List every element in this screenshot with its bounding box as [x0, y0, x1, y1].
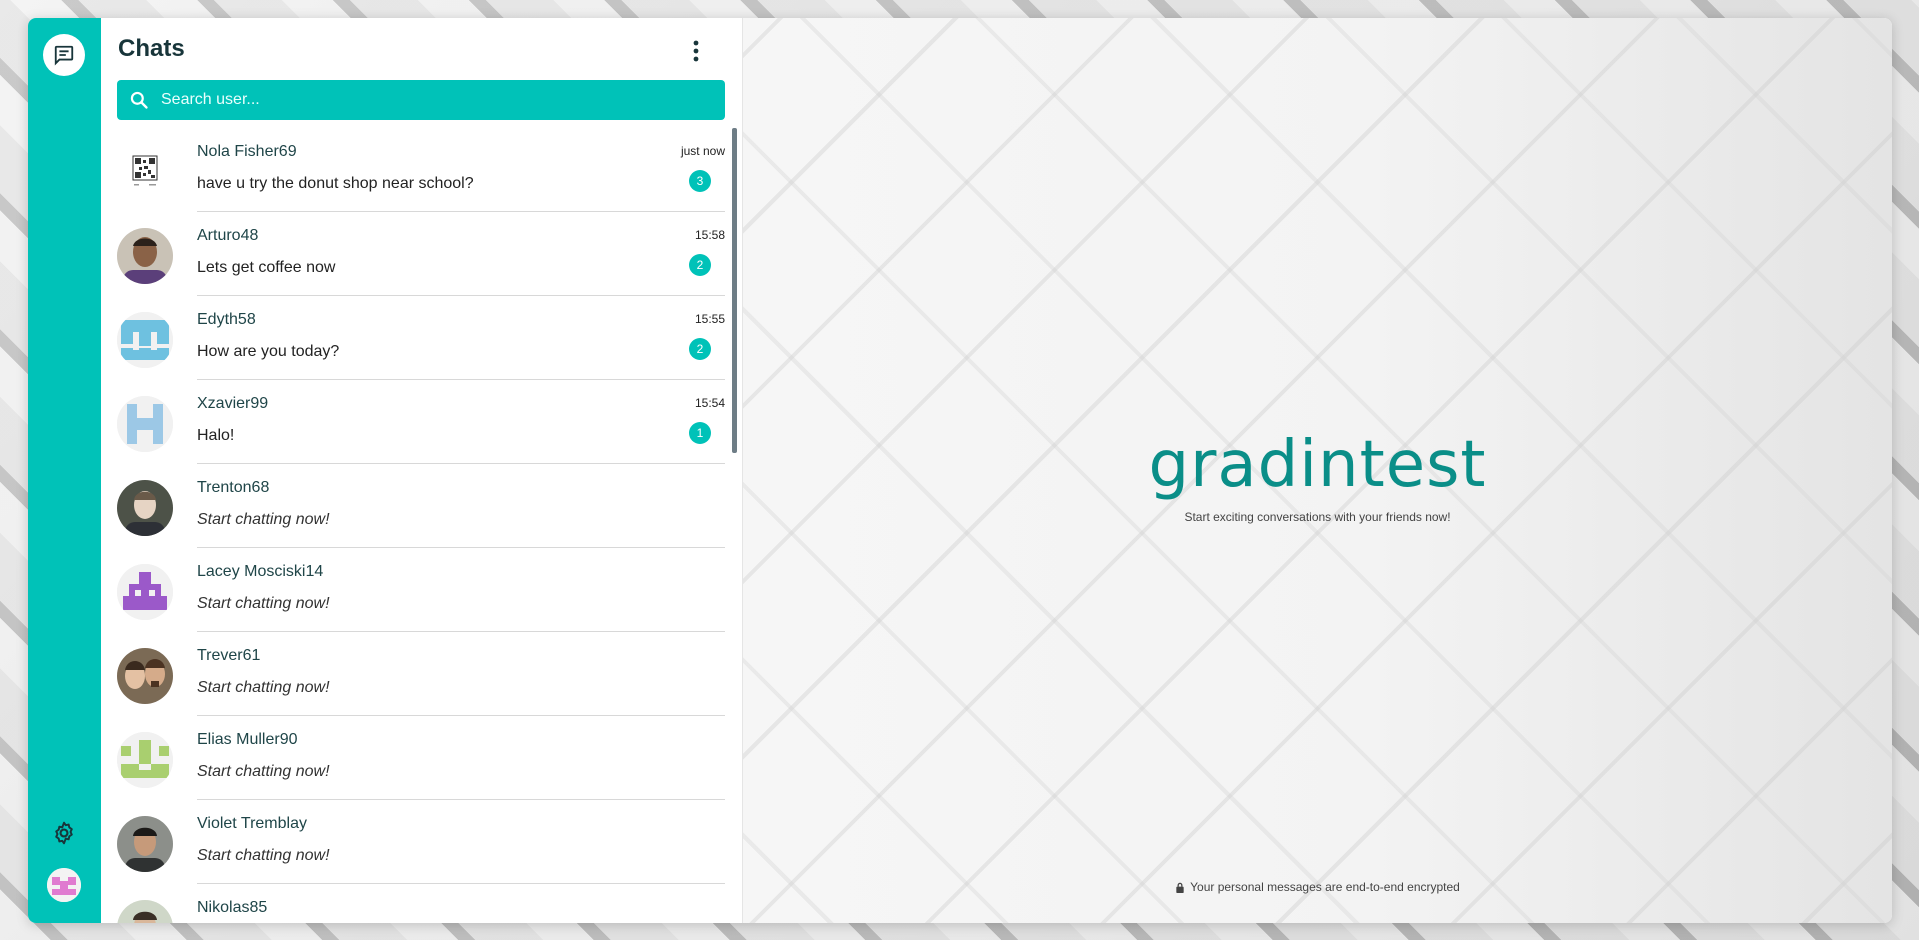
welcome-panel: gradintest Start exciting conversations … [743, 18, 1892, 923]
chat-item-arturo48[interactable]: Arturo48 Lets get coffee now 15:58 2 [117, 212, 725, 296]
chat-item-last-message: Start chatting now! [197, 763, 330, 780]
chat-item-edyth58[interactable]: Edyth58 How are you today? 15:55 2 [117, 296, 725, 380]
chat-list-scrollbar[interactable] [732, 128, 737, 453]
chat-item-xzavier99[interactable]: Xzavier99 Halo! 15:54 1 [117, 380, 725, 464]
chat-item-last-message: Halo! [197, 427, 235, 444]
more-options-button[interactable] [684, 36, 708, 66]
chat-item-last-message: Start chatting now! [197, 679, 330, 696]
chat-item-last-message: Lets get coffee now [197, 259, 336, 276]
chat-item-elias-muller90[interactable]: Elias Muller90 Start chatting now! [117, 716, 725, 800]
avatar [117, 732, 173, 788]
search-icon [129, 90, 149, 110]
chat-item-name: Arturo48 [197, 227, 259, 244]
avatar [117, 900, 173, 923]
gear-icon [55, 821, 73, 845]
chat-item-name: Elias Muller90 [197, 731, 298, 748]
chat-list-panel: Chats Search user... Nola Fisher69 have … [101, 18, 743, 923]
chat-item-name: Lacey Mosciski14 [197, 563, 324, 580]
chat-item-name: Edyth58 [197, 311, 256, 328]
search-input[interactable] [159, 90, 703, 110]
avatar [117, 480, 173, 536]
user-avatar[interactable] [47, 868, 81, 902]
chat-item-time: 15:58 [694, 228, 725, 242]
avatar [117, 312, 173, 368]
chat-item-name: Violet Tremblay [197, 815, 307, 832]
avatar [117, 564, 173, 620]
search-bar [117, 80, 725, 120]
avatar [117, 396, 173, 452]
chat-item-last-message: Start chatting now! [197, 847, 330, 864]
brand-title: gradintest [1148, 428, 1487, 502]
chats-nav-button[interactable] [43, 34, 85, 76]
chat-item-last-message: Start chatting now! [197, 595, 330, 612]
avatar [117, 816, 173, 872]
unread-badge: 2 [689, 254, 711, 276]
encryption-note: Your personal messages are end-to-end en… [743, 880, 1892, 894]
more-vertical-icon [693, 40, 699, 62]
chat-item-name: Trenton68 [197, 479, 270, 496]
avatar [117, 648, 173, 704]
chat-item-violet-tremblay[interactable]: Violet Tremblay Start chatting now! [117, 800, 725, 884]
unread-badge: 3 [689, 170, 711, 192]
nav-rail [28, 18, 101, 923]
chat-item-last-message: Start chatting now! [197, 511, 330, 528]
chat-app-window: Chats Search user... Nola Fisher69 have … [28, 18, 1892, 923]
chat-item-time: 15:55 [694, 312, 725, 326]
chat-item-last-message: How are you today? [197, 343, 340, 360]
avatar [117, 228, 173, 284]
chat-item-time: just now [680, 144, 725, 158]
chat-item-nikolas85[interactable]: Nikolas85 [117, 884, 725, 923]
settings-button[interactable] [43, 812, 85, 854]
chat-bubble-icon [54, 45, 74, 66]
chat-item-trever61[interactable]: Trever61 Start chatting now! [117, 632, 725, 716]
chat-item-nola-fisher69[interactable]: Nola Fisher69 have u try the donut shop … [117, 128, 725, 212]
chat-item-trenton68[interactable]: Trenton68 Start chatting now! [117, 464, 725, 548]
chat-item-name: Xzavier99 [197, 395, 269, 412]
qr-code-icon [117, 144, 173, 200]
lock-icon [1176, 882, 1184, 893]
chat-item-time: 15:54 [694, 396, 725, 410]
chat-item-lacey-mosciski14[interactable]: Lacey Mosciski14 Start chatting now! [117, 548, 725, 632]
chat-item-name: Trever61 [197, 647, 261, 664]
chat-item-name: Nikolas85 [197, 899, 268, 916]
chat-item-name: Nola Fisher69 [197, 143, 297, 160]
chat-item-last-message: have u try the donut shop near school? [197, 175, 474, 192]
unread-badge: 1 [689, 422, 711, 444]
page-title: Chats [118, 35, 185, 62]
tagline: Start exciting conversations with your f… [1184, 510, 1451, 524]
avatar [117, 144, 173, 200]
encryption-note-text: Your personal messages are end-to-end en… [1190, 880, 1460, 894]
chat-list: Nola Fisher69 have u try the donut shop … [101, 128, 731, 923]
unread-badge: 2 [689, 338, 711, 360]
